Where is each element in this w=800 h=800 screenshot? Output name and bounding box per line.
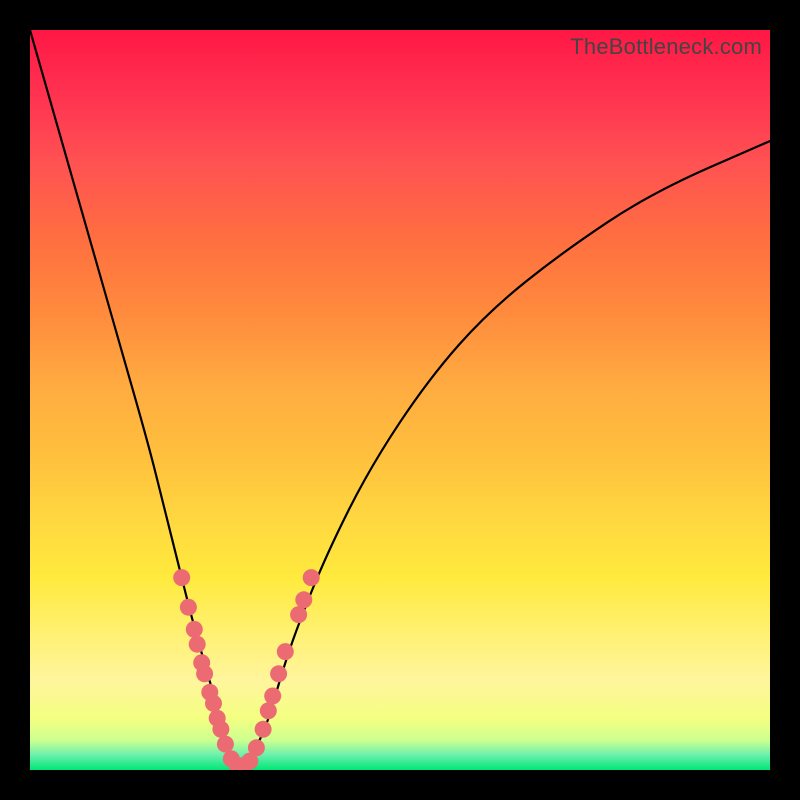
marker-dot xyxy=(205,695,222,712)
marker-dot xyxy=(270,665,287,682)
marker-dot xyxy=(295,591,312,608)
chart-svg xyxy=(30,30,770,770)
bottleneck-curve xyxy=(30,30,770,770)
marker-dot xyxy=(189,636,206,653)
marker-dot xyxy=(260,702,277,719)
marker-dot xyxy=(303,569,320,586)
chart-frame: TheBottleneck.com xyxy=(0,0,800,800)
marker-dot xyxy=(173,569,190,586)
marker-dot xyxy=(290,606,307,623)
marker-dot xyxy=(180,599,197,616)
marker-dot xyxy=(255,721,272,738)
marker-dot xyxy=(264,688,281,705)
marker-dot xyxy=(196,665,213,682)
marker-dot xyxy=(186,621,203,638)
marker-dot xyxy=(277,643,294,660)
marker-dot xyxy=(212,721,229,738)
marker-dots xyxy=(173,569,320,770)
marker-dot xyxy=(217,736,234,753)
plot-area: TheBottleneck.com xyxy=(30,30,770,770)
marker-dot xyxy=(248,739,265,756)
